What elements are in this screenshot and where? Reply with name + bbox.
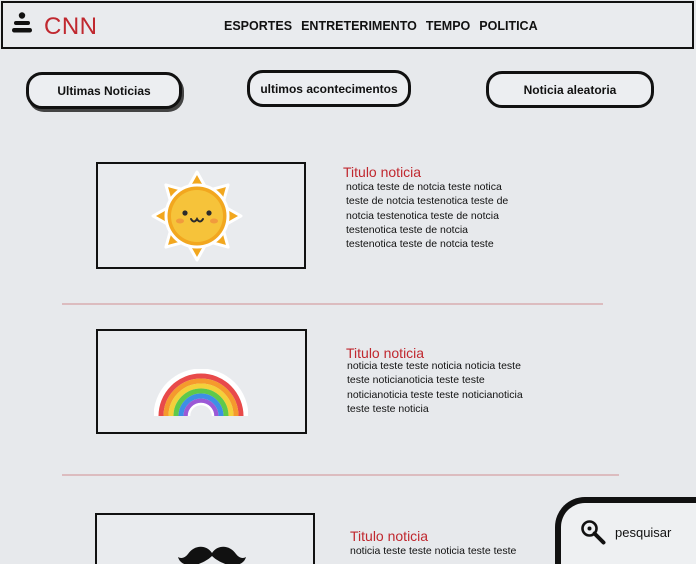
nav-item-esportes[interactable]: ESPORTES	[224, 19, 292, 33]
news-summary: noticia teste teste noticia noticia test…	[347, 360, 523, 415]
sun-icon	[151, 170, 243, 262]
nav-item-entreterimento[interactable]: ENTRETERIMENTO	[301, 19, 417, 33]
tab-ultimas-noticias[interactable]: Ultimas Noticias	[26, 72, 182, 109]
tab-ultimos-acontecimentos[interactable]: ultimos acontecimentos	[247, 70, 411, 107]
news-thumbnail[interactable]	[96, 329, 307, 434]
news-thumbnail[interactable]	[95, 513, 315, 564]
news-title[interactable]: Titulo noticia	[343, 164, 421, 180]
rainbow-icon	[154, 369, 248, 417]
menu-icon[interactable]	[12, 12, 32, 34]
tab-noticia-aleatoria[interactable]: Noticia aleatoria	[486, 71, 654, 108]
news-thumbnail[interactable]	[96, 162, 306, 269]
nav-item-tempo[interactable]: TEMPO	[426, 19, 470, 33]
main-nav: ESPORTES ENTRETERIMENTO TEMPO POLITICA	[224, 19, 538, 33]
search-label[interactable]: pesquisar	[615, 525, 671, 540]
news-summary: notica teste de notcia teste notica test…	[346, 181, 509, 251]
nav-item-politica[interactable]: POLITICA	[479, 19, 537, 33]
news-summary: noticia teste teste noticia teste teste	[350, 545, 517, 557]
news-divider	[62, 474, 619, 476]
cnn-logo[interactable]: CNN	[44, 13, 98, 41]
top-navbar: CNN ESPORTES ENTRETERIMENTO TEMPO POLITI…	[1, 1, 694, 49]
mustache-icon	[178, 546, 246, 564]
magnifier-icon[interactable]	[580, 519, 606, 545]
news-title[interactable]: Titulo noticia	[350, 528, 428, 544]
news-divider	[62, 303, 603, 305]
